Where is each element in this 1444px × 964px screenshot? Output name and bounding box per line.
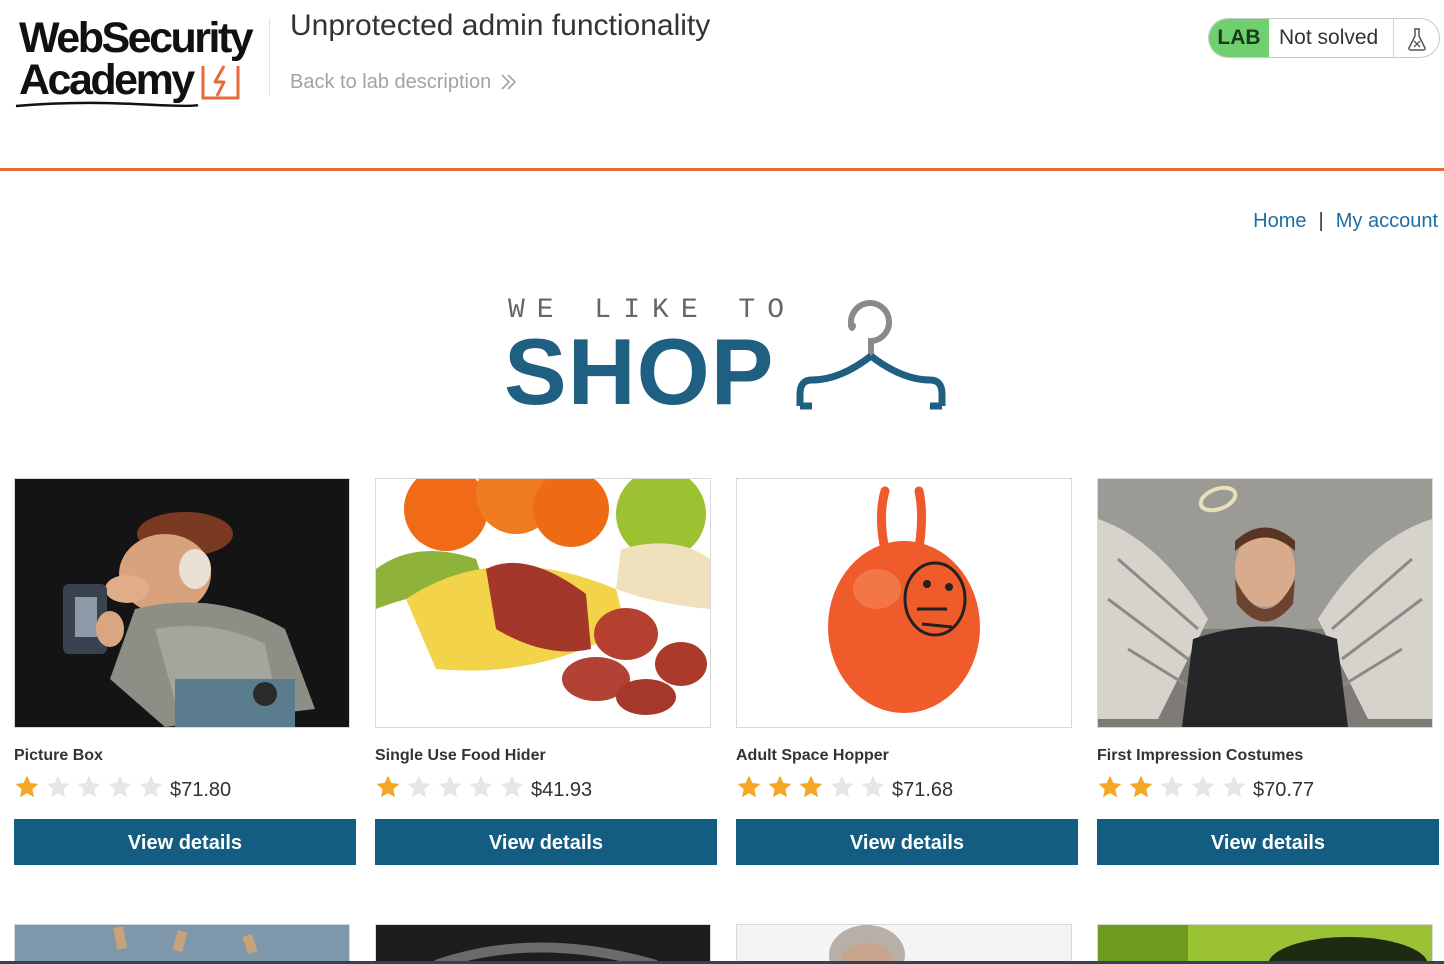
product-image[interactable] bbox=[736, 478, 1072, 728]
star-filled-icon bbox=[1098, 775, 1122, 798]
product-rating bbox=[1097, 774, 1249, 800]
page: WebSecurity Academy Unprotected admin fu… bbox=[0, 0, 1444, 964]
star-filled-icon bbox=[737, 775, 761, 798]
product-image[interactable] bbox=[736, 924, 1072, 964]
product-name: Adult Space Hopper bbox=[736, 747, 889, 764]
star-filled-icon bbox=[376, 775, 400, 798]
nav-separator: | bbox=[1318, 210, 1324, 232]
product-card: Single Use Food Hider $41.93 View detail… bbox=[375, 478, 717, 868]
star-empty-icon bbox=[1160, 775, 1184, 798]
web-security-academy-logo[interactable]: WebSecurity Academy bbox=[14, 14, 266, 110]
star-filled-icon bbox=[15, 775, 39, 798]
product-price: $41.93 bbox=[531, 779, 593, 801]
product-image[interactable] bbox=[14, 478, 350, 728]
star-empty-icon bbox=[438, 775, 462, 798]
product-name: Single Use Food Hider bbox=[375, 747, 546, 764]
product-image-row2-3 bbox=[737, 925, 1071, 964]
logo-line1: WebSecurity bbox=[19, 14, 254, 62]
product-image[interactable] bbox=[1097, 924, 1433, 964]
product-name: Picture Box bbox=[14, 747, 103, 764]
star-empty-icon bbox=[139, 775, 163, 798]
product-card: Picture Box $71.80 View details bbox=[14, 478, 356, 868]
star-empty-icon bbox=[108, 775, 132, 798]
view-details-button[interactable]: View details bbox=[375, 819, 717, 865]
product-price: $71.80 bbox=[170, 779, 232, 801]
star-empty-icon bbox=[77, 775, 101, 798]
back-to-lab-description-link[interactable]: Back to lab description bbox=[290, 70, 491, 94]
product-price: $71.68 bbox=[892, 779, 954, 801]
nav-home-link[interactable]: Home bbox=[1253, 210, 1306, 232]
nav-my-account-link[interactable]: My account bbox=[1336, 210, 1438, 232]
product-rating bbox=[375, 774, 527, 800]
star-filled-icon bbox=[799, 775, 823, 798]
star-empty-icon bbox=[500, 775, 524, 798]
product-image[interactable] bbox=[375, 478, 711, 728]
header-accent-rule bbox=[0, 168, 1444, 171]
star-empty-icon bbox=[861, 775, 885, 798]
product-card: Adult Space Hopper $71.68 View details bbox=[736, 478, 1078, 868]
product-image-costumes bbox=[1098, 479, 1432, 727]
star-filled-icon bbox=[768, 775, 792, 798]
star-empty-icon bbox=[1222, 775, 1246, 798]
product-image-space-hopper bbox=[737, 479, 1071, 727]
logo-underline-icon bbox=[15, 101, 199, 108]
logo-bolt-icon bbox=[201, 65, 240, 100]
lab-status-text: Not solved bbox=[1279, 26, 1379, 49]
lab-flask-button[interactable] bbox=[1393, 19, 1439, 57]
lab-status-widget[interactable]: LAB Not solved bbox=[1208, 18, 1440, 58]
star-empty-icon bbox=[469, 775, 493, 798]
star-empty-icon bbox=[46, 775, 70, 798]
product-image-row2-4 bbox=[1098, 925, 1432, 964]
hanger-icon bbox=[796, 300, 946, 410]
product-image-row2-2 bbox=[376, 925, 710, 964]
chevron-double-right-icon[interactable] bbox=[500, 72, 518, 92]
view-details-button[interactable]: View details bbox=[1097, 819, 1439, 865]
product-card: First Impression Costumes $70.77 View de… bbox=[1097, 478, 1439, 868]
product-rating bbox=[14, 774, 166, 800]
product-rating bbox=[736, 774, 888, 800]
top-nav: Home | My account bbox=[1253, 208, 1438, 234]
view-details-button[interactable]: View details bbox=[14, 819, 356, 865]
flask-icon bbox=[1408, 28, 1426, 51]
star-filled-icon bbox=[1129, 775, 1153, 798]
lab-badge: LAB bbox=[1209, 19, 1269, 57]
star-empty-icon bbox=[1191, 775, 1215, 798]
product-image[interactable] bbox=[14, 924, 350, 964]
view-details-button[interactable]: View details bbox=[736, 819, 1078, 865]
star-empty-icon bbox=[407, 775, 431, 798]
product-image-picture-box bbox=[15, 479, 349, 727]
star-empty-icon bbox=[830, 775, 854, 798]
product-price: $70.77 bbox=[1253, 779, 1315, 801]
product-image-food-hider bbox=[376, 479, 710, 727]
academy-header: WebSecurity Academy Unprotected admin fu… bbox=[0, 0, 1444, 168]
product-image[interactable] bbox=[375, 924, 711, 964]
header-divider bbox=[269, 18, 270, 96]
product-name: First Impression Costumes bbox=[1097, 747, 1304, 764]
logo-line2: Academy bbox=[19, 56, 195, 104]
product-image-row2-1 bbox=[15, 925, 349, 964]
hero-title: SHOP bbox=[504, 319, 775, 424]
product-image[interactable] bbox=[1097, 478, 1433, 728]
lab-title: Unprotected admin functionality bbox=[290, 9, 711, 42]
